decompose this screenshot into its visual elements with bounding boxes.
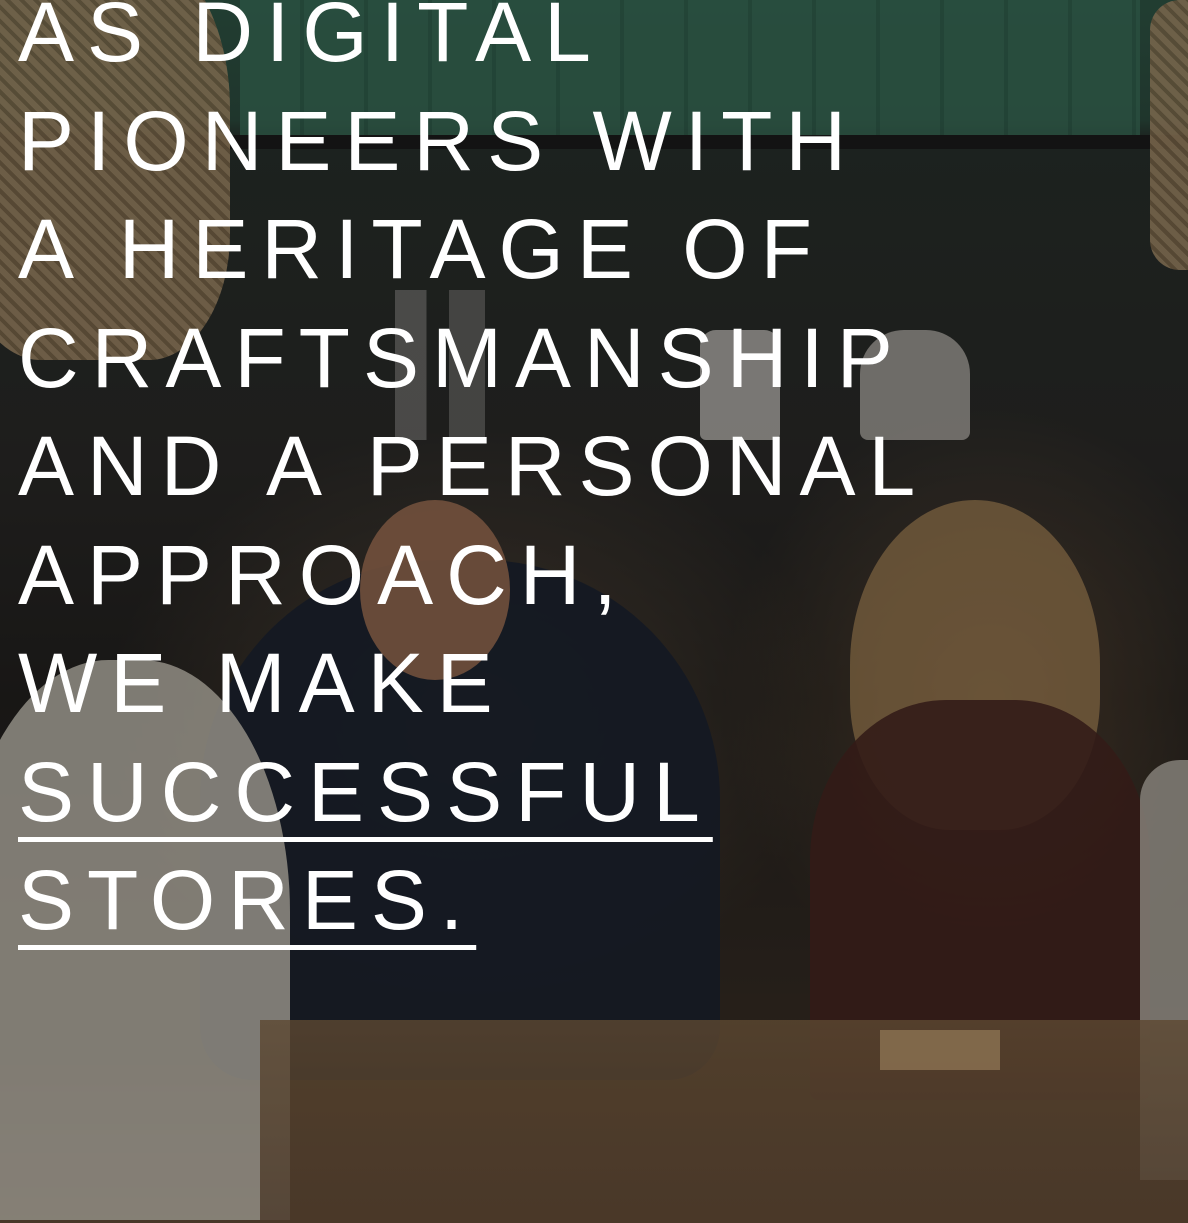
hero-headline: AS DIGITAL PIONEERS WITH A HERITAGE OF C… [18,0,928,970]
headline-link-line: STORES. [18,832,928,970]
successful-stores-link[interactable]: SUCCESSFUL [18,745,713,839]
successful-stores-link[interactable]: STORES. [18,853,476,947]
hero-section: AS DIGITAL PIONEERS WITH A HERITAGE OF C… [0,0,1188,1223]
